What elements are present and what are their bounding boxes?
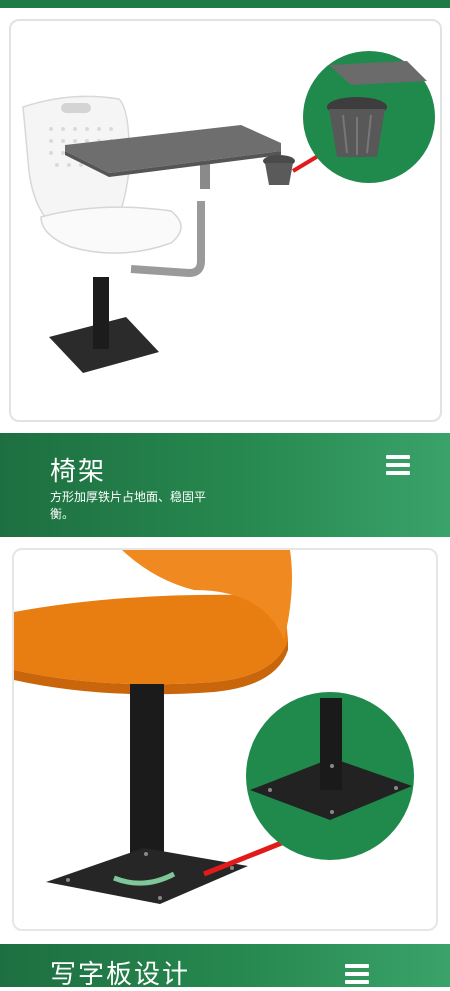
- chair-column: [130, 684, 164, 874]
- feature-title: 写字板设计: [50, 960, 191, 990]
- feature-banner-writing-board: 写字板设计: [0, 944, 450, 990]
- tablet-chair-illustration: [22, 51, 435, 373]
- feature-banner-frame: 椅架 方形加厚铁片占地面、稳固平衡。: [0, 433, 450, 537]
- orange-seat: [14, 594, 288, 685]
- feature-description: 方形加厚铁片占地面、稳固平衡。: [50, 490, 207, 521]
- menu-icon[interactable]: [386, 455, 410, 475]
- chair-column: [93, 277, 109, 349]
- seat-handle-hole: [61, 103, 91, 113]
- chair-seat-pan: [40, 206, 182, 254]
- feature-title: 椅架: [50, 457, 107, 487]
- menu-icon[interactable]: [345, 964, 369, 984]
- chair-base-plate: [46, 848, 248, 904]
- product-image-card-tablet-chair: [9, 19, 442, 422]
- top-accent-bar: [0, 0, 450, 8]
- tablet-swivel: [200, 161, 210, 189]
- product-image-card-base: [12, 548, 438, 931]
- chair-base-illustration: [14, 550, 414, 904]
